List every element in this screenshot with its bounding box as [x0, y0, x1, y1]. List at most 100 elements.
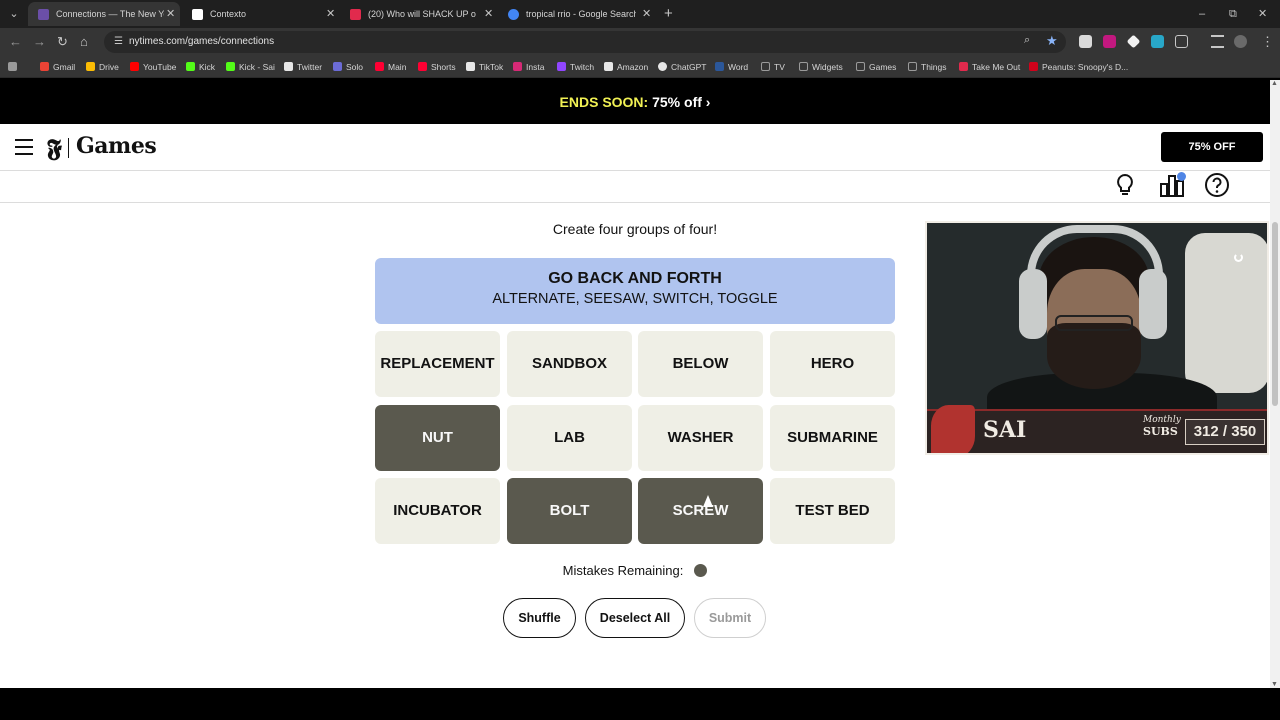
loading-spinner-icon [1234, 253, 1243, 262]
bookmark-twitch[interactable]: Twitch [557, 56, 594, 78]
bookmark-solo[interactable]: Solo [333, 56, 363, 78]
shuffle-button[interactable]: Shuffle [503, 598, 576, 638]
site-info-icon[interactable]: ☰ [114, 36, 125, 47]
window-close-icon[interactable]: ✕ [1258, 4, 1267, 24]
tab-title: Contexto [210, 9, 247, 19]
site-header: 𝕱 Games 75% OFF [0, 124, 1270, 171]
word-tile[interactable]: INCUBATOR [375, 478, 500, 544]
stats-button[interactable] [1159, 172, 1186, 198]
word-tile[interactable]: HERO [770, 331, 895, 397]
tab-google-search[interactable]: tropical rrio - Google Search ✕ [498, 2, 658, 26]
bookmark-folder-widgets[interactable]: Widgets [799, 56, 843, 78]
bookmark-kick[interactable]: Kick [186, 56, 215, 78]
mistake-dot [694, 564, 708, 577]
bookmark-gmail[interactable]: Gmail [40, 56, 75, 78]
folder-icon [908, 62, 917, 71]
bookmark-tiktok[interactable]: TikTok [466, 56, 503, 78]
word-tile-selected[interactable]: NUT [375, 405, 500, 471]
tab-contexto[interactable]: Contexto ✕ [182, 2, 340, 26]
bookmark-drive[interactable]: Drive [86, 56, 119, 78]
nyt-t-logo[interactable]: 𝕱 [47, 133, 62, 162]
forward-arrow-icon[interactable]: → [33, 33, 46, 51]
extensions-puzzle-icon[interactable] [1175, 35, 1188, 48]
apps-grid-icon[interactable] [8, 56, 21, 78]
bookmark-twitter[interactable]: Twitter [284, 56, 322, 78]
close-icon[interactable]: ✕ [166, 2, 175, 26]
restore-icon[interactable]: ⧉ [1229, 4, 1237, 24]
word-tile-selected[interactable]: BOLT [507, 478, 632, 544]
scrollbar-thumb[interactable] [1272, 222, 1278, 406]
games-logo[interactable]: Games [76, 133, 157, 159]
minimize-icon[interactable]: – [1199, 4, 1205, 24]
word-tile[interactable]: TEST BED [770, 478, 895, 544]
word-tile[interactable]: BELOW [638, 331, 763, 397]
bookmark-kick-sai[interactable]: Kick - Sai [226, 56, 275, 78]
word-tile[interactable]: SUBMARINE [770, 405, 895, 471]
hamburger-menu-icon[interactable] [15, 139, 33, 155]
tab-list-icon[interactable] [1211, 35, 1224, 48]
profile-avatar-icon[interactable] [1234, 35, 1247, 48]
bookmark-shorts[interactable]: Shorts [418, 56, 456, 78]
help-question-icon[interactable] [1204, 172, 1230, 198]
tab-search-icon[interactable]: ⌄ [6, 6, 22, 22]
zoom-icon[interactable]: ⌕ [1024, 34, 1030, 47]
promo-offer: 75% off › [652, 94, 711, 110]
bookmark-peanuts[interactable]: Peanuts: Snoopy's D... [1029, 56, 1128, 78]
kick-icon [226, 62, 235, 71]
mouse-cursor [703, 495, 713, 507]
reload-icon[interactable]: ↻ [57, 33, 68, 51]
bookmark-folder-games[interactable]: Games [856, 56, 896, 78]
bookmark-amazon[interactable]: Amazon [604, 56, 648, 78]
address-bar[interactable]: ☰ nytimes.com/games/connections ⌕ ★ [104, 31, 1066, 53]
scroll-up-arrow-icon[interactable]: ▲ [1271, 80, 1278, 87]
bookmark-insta[interactable]: Insta [513, 56, 544, 78]
back-arrow-icon[interactable]: ← [9, 33, 22, 51]
youtube-icon [418, 62, 427, 71]
bookmark-youtube[interactable]: YouTube [130, 56, 176, 78]
word-tile[interactable]: LAB [507, 405, 632, 471]
bookmark-take-me-out[interactable]: Take Me Out [959, 56, 1020, 78]
word-tile[interactable]: WASHER [638, 405, 763, 471]
scroll-down-arrow-icon[interactable]: ▼ [1271, 681, 1278, 688]
subscribe-button[interactable]: 75% OFF [1161, 132, 1263, 162]
new-tab-plus-icon[interactable]: + [664, 4, 673, 24]
bookmark-word[interactable]: Word [715, 56, 748, 78]
extension-icon[interactable] [1126, 34, 1141, 49]
tab-connections[interactable]: Connections — The New York T ✕ [28, 2, 180, 26]
close-icon[interactable]: ✕ [642, 2, 651, 26]
close-icon[interactable]: ✕ [484, 2, 493, 26]
word-tile-selected[interactable]: SCREW [638, 478, 763, 544]
bookmark-main[interactable]: Main [375, 56, 406, 78]
home-icon[interactable]: ⌂ [80, 33, 88, 51]
instagram-icon [513, 62, 522, 71]
youtube-icon [375, 62, 384, 71]
tiktok-icon [466, 62, 475, 71]
close-icon[interactable]: ✕ [326, 2, 335, 26]
bookmark-star-icon[interactable]: ★ [1046, 33, 1058, 49]
bookmark-folder-tv[interactable]: TV [761, 56, 785, 78]
hint-lightbulb-icon[interactable] [1112, 172, 1138, 198]
logo-divider [68, 138, 69, 158]
solved-words: ALTERNATE, SEESAW, SWITCH, TOGGLE [492, 291, 778, 307]
taskbar-strip [0, 688, 1280, 720]
word-tile[interactable]: SANDBOX [507, 331, 632, 397]
mistakes-label: Mistakes Remaining: [562, 563, 684, 578]
solved-group-blue: GO BACK AND FORTH ALTERNATE, SEESAW, SWI… [375, 258, 895, 324]
promo-banner[interactable]: ENDS SOON: 75% off › [0, 80, 1270, 124]
deselect-all-button[interactable]: Deselect All [585, 598, 685, 638]
word-tile[interactable]: REPLACEMENT [375, 331, 500, 397]
amazon-icon [604, 62, 613, 71]
extension-icon[interactable] [1103, 35, 1116, 48]
word-icon [715, 62, 724, 71]
extension-icon[interactable] [1079, 35, 1092, 48]
page-scrollbar[interactable]: ▲ ▼ [1270, 80, 1280, 688]
kick-icon [186, 62, 195, 71]
url-text: nytimes.com/games/connections [129, 36, 275, 47]
submit-button[interactable]: Submit [694, 598, 766, 638]
tab-youtube[interactable]: (20) Who will SHACK UP on the ✕ [340, 2, 498, 26]
browser-menu-icon[interactable]: ⋮ [1261, 33, 1274, 51]
bookmark-chatgpt[interactable]: ChatGPT [658, 56, 706, 78]
solo-icon [333, 62, 342, 71]
extension-icon[interactable] [1151, 35, 1164, 48]
bookmark-folder-things[interactable]: Things [908, 56, 947, 78]
